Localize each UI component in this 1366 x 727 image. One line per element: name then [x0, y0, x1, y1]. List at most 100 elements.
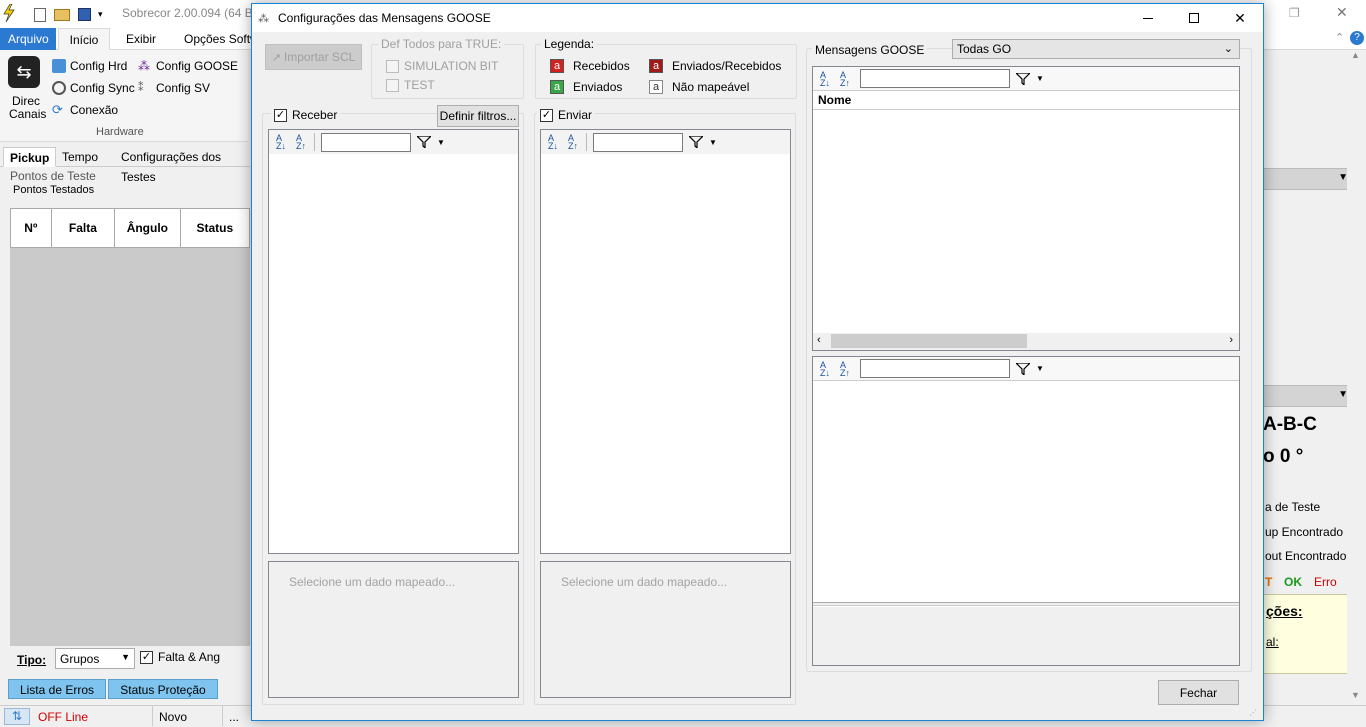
goose-details-filter-input[interactable]: [860, 359, 1010, 378]
enviar-filter-input[interactable]: [593, 132, 683, 152]
col-numero[interactable]: Nº: [11, 209, 52, 247]
col-angulo[interactable]: Ângulo: [115, 209, 181, 247]
tab-inicio[interactable]: Início: [58, 28, 110, 50]
pontos-testados-label: Pontos Testados: [13, 184, 95, 196]
grid-body[interactable]: [10, 248, 250, 646]
goose-filter-select[interactable]: Todas GO ⌄: [952, 39, 1240, 59]
status-more: ...: [229, 710, 240, 724]
sort-az-icon[interactable]: A Z↓: [272, 133, 290, 151]
tab-pickup[interactable]: Pickup: [3, 147, 57, 167]
legenda-group: Legenda: a Recebidos a Enviados/Recebido…: [535, 37, 797, 99]
legend-recebidos: a Recebidos: [550, 59, 630, 73]
maximize-button[interactable]: [1171, 4, 1217, 32]
pontos-de-teste-label: Pontos de Teste: [10, 169, 96, 183]
tipo-select[interactable]: Grupos ▼: [55, 648, 135, 669]
scroll-thumb[interactable]: [831, 334, 1027, 348]
help-icon[interactable]: ?: [1350, 31, 1364, 45]
filter-icon[interactable]: [1012, 70, 1034, 88]
direc-canais-icon[interactable]: ⇆: [8, 56, 40, 88]
restore-icon[interactable]: ❐: [1289, 6, 1300, 20]
resize-grip-icon[interactable]: ⋰: [1249, 708, 1257, 717]
tab-lista-erros[interactable]: Lista de Erros: [8, 679, 106, 699]
goose-list-filter-input[interactable]: [860, 69, 1010, 88]
falta-ang-checkbox[interactable]: ✓ Falta & Ang: [140, 650, 220, 664]
conexao-button[interactable]: ⟳ Conexão: [52, 103, 118, 118]
sort-az-icon[interactable]: A Z↓: [816, 70, 834, 88]
goose-messages-list[interactable]: A Z↓ A Z↑ ▼ Nome ‹ ›: [812, 66, 1240, 351]
config-sync-button[interactable]: Config Sync: [52, 81, 135, 95]
filter-dropdown-icon[interactable]: ▼: [1036, 74, 1044, 83]
sort-za-icon[interactable]: A Z↑: [836, 70, 854, 88]
collapse-ribbon-icon[interactable]: ⌃: [1335, 31, 1344, 44]
goose-list-hscrollbar[interactable]: ‹ ›: [813, 333, 1239, 350]
legend-erro: Erro: [1314, 575, 1337, 589]
definir-filtros-button[interactable]: Definir filtros...: [437, 105, 519, 127]
receber-filter-input[interactable]: [321, 132, 411, 152]
col-status[interactable]: Status: [181, 209, 249, 247]
sort-za-icon[interactable]: A Z↑: [292, 133, 310, 151]
receber-tree[interactable]: A Z↓ A Z↑ ▼: [268, 129, 519, 554]
scroll-left-icon[interactable]: ‹: [817, 334, 821, 346]
tab-config-testes[interactable]: Configurações dos Testes: [115, 147, 250, 184]
config-sv-button[interactable]: ⁑ Config SV: [138, 81, 210, 95]
open-folder-icon[interactable]: [54, 9, 70, 21]
sort-az-icon[interactable]: A Z↓: [816, 360, 834, 378]
right-panel-header-1[interactable]: ▼: [1263, 168, 1355, 190]
import-icon: ↗: [271, 51, 281, 64]
nome-column-header[interactable]: Nome: [813, 90, 1239, 110]
config-hrd-button[interactable]: Config Hrd: [52, 59, 127, 73]
dialog-title: Configurações das Mensagens GOOSE: [278, 11, 491, 25]
test-checkbox[interactable]: TEST: [386, 78, 435, 92]
filter-dropdown-icon[interactable]: ▼: [709, 138, 717, 147]
goose-details-list[interactable]: A Z↓ A Z↑ ▼: [812, 356, 1240, 666]
goose-icon: ⁂: [138, 59, 150, 73]
mensagens-goose-label: Mensagens GOOSE: [812, 43, 928, 57]
status-divider: [222, 706, 223, 726]
scroll-right-icon[interactable]: ›: [1229, 334, 1233, 346]
filter-icon[interactable]: [685, 133, 707, 151]
def-todos-group: Def Todos para TRUE: SIMULATION BIT TEST: [371, 37, 524, 99]
tab-status-protecao[interactable]: Status Proteção: [108, 679, 218, 699]
splitter[interactable]: [813, 602, 1239, 606]
filter-icon[interactable]: [413, 133, 435, 151]
hardware-icon: [52, 59, 66, 73]
dialog-titlebar[interactable]: ⁂ Configurações das Mensagens GOOSE ✕: [252, 4, 1263, 32]
checkbox-box: [386, 78, 399, 92]
sort-za-icon[interactable]: A Z↑: [564, 133, 582, 151]
scroll-up-icon[interactable]: ▲: [1351, 50, 1360, 60]
connection-icon[interactable]: ⇅: [4, 708, 30, 725]
filter-icon[interactable]: [1012, 360, 1034, 378]
fechar-button[interactable]: Fechar: [1158, 680, 1239, 705]
enviar-checkbox[interactable]: ✓ Enviar: [537, 108, 596, 122]
importar-scl-button[interactable]: ↗ Importar SCL: [265, 44, 362, 70]
tab-arquivo[interactable]: Arquivo: [0, 28, 56, 50]
observacoes-box: ções: al:: [1263, 594, 1355, 674]
config-goose-button[interactable]: ⁂ Config GOOSE: [138, 59, 238, 73]
status-divider: [152, 706, 153, 726]
tab-exibir[interactable]: Exibir: [118, 28, 164, 50]
quick-access-dropdown-icon[interactable]: ▾: [98, 9, 103, 20]
close-button[interactable]: ✕: [1217, 4, 1263, 32]
sort-az-icon[interactable]: A Z↓: [544, 133, 562, 151]
close-icon[interactable]: ✕: [1336, 4, 1348, 21]
enviar-detail-hint: Selecione um dado mapeado...: [561, 575, 728, 589]
right-panel-header-2[interactable]: ▼: [1263, 385, 1355, 407]
filter-dropdown-icon[interactable]: ▼: [437, 138, 445, 147]
new-file-icon[interactable]: [34, 8, 46, 22]
enviar-tree[interactable]: A Z↓ A Z↑ ▼: [540, 129, 791, 554]
minimize-button[interactable]: [1125, 4, 1171, 32]
filter-dropdown-icon[interactable]: ▼: [1036, 364, 1044, 373]
tab-tempo[interactable]: Tempo: [56, 147, 104, 167]
chevron-down-icon: ▼: [121, 652, 130, 662]
sv-icon: ⁑: [138, 82, 144, 94]
receber-checkbox[interactable]: ✓ Receber: [271, 108, 341, 122]
simulation-bit-checkbox[interactable]: SIMULATION BIT: [386, 59, 498, 73]
goose-details-toolbar: A Z↓ A Z↑ ▼: [813, 357, 1239, 381]
save-icon[interactable]: [78, 8, 91, 21]
main-vertical-scrollbar[interactable]: ▲ ▼: [1347, 50, 1366, 705]
scroll-down-icon[interactable]: ▼: [1351, 690, 1360, 700]
col-falta[interactable]: Falta: [52, 209, 116, 247]
chevron-down-icon: ⌄: [1223, 43, 1233, 55]
angle-zero-label: o 0 °: [1263, 446, 1304, 467]
sort-za-icon[interactable]: A Z↑: [836, 360, 854, 378]
